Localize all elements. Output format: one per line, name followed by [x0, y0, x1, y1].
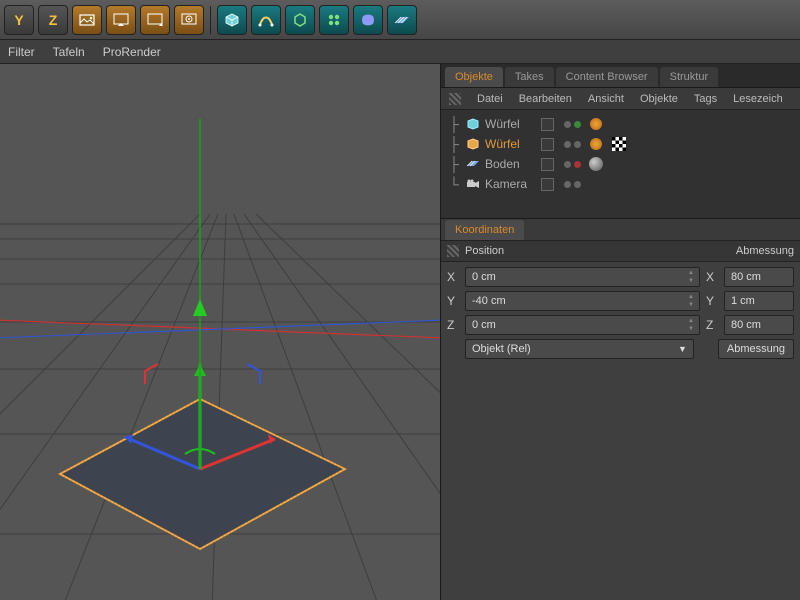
add-spline-button[interactable]: [251, 5, 281, 35]
om-menu-ansicht[interactable]: Ansicht: [588, 93, 624, 105]
camera-icon: [465, 176, 481, 192]
tree-branch-icon: ├: [447, 136, 461, 152]
axis-y-label: Y: [447, 294, 459, 308]
visibility-dots[interactable]: [564, 141, 581, 148]
object-tree: ├ Würfel ├ Würfel ├ Boden: [441, 110, 800, 198]
abmessung-button[interactable]: Abmessung: [718, 339, 794, 359]
tab-koordinaten[interactable]: Koordinaten: [445, 220, 524, 240]
stepper-up-icon[interactable]: ▲: [685, 269, 697, 277]
right-panel: Objekte Takes Content Browser Struktur D…: [440, 64, 800, 600]
dim-z-label: Z: [706, 318, 718, 332]
floor-icon: [465, 156, 481, 172]
visibility-dots[interactable]: [564, 121, 581, 128]
menu-tafeln[interactable]: Tafeln: [53, 45, 85, 59]
stepper-down-icon[interactable]: ▼: [685, 277, 697, 285]
tree-branch-icon: ├: [447, 156, 461, 172]
layer-checkbox[interactable]: [541, 178, 554, 191]
tree-item-label: Würfel: [485, 137, 535, 151]
om-menu-tags[interactable]: Tags: [694, 93, 717, 105]
tree-item-label: Kamera: [485, 177, 535, 191]
render-view-button[interactable]: [140, 5, 170, 35]
col-position-label: Position: [465, 245, 504, 257]
menu-filter[interactable]: Filter: [8, 45, 35, 59]
col-abmessung-label: Abmessung: [736, 245, 794, 257]
coordinates-columns: Position Abmessung: [441, 240, 800, 262]
tab-struktur[interactable]: Struktur: [660, 67, 719, 87]
stepper-up-icon[interactable]: ▲: [685, 293, 697, 301]
tab-content-browser[interactable]: Content Browser: [556, 67, 658, 87]
axis-z-button[interactable]: Z: [38, 5, 68, 35]
tree-item-boden[interactable]: ├ Boden: [447, 154, 794, 174]
coordinates-tabs: Koordinaten: [441, 218, 800, 240]
object-manager-menu: Datei Bearbeiten Ansicht Objekte Tags Le…: [441, 88, 800, 110]
position-z-field[interactable]: 0 cm▲▼: [465, 315, 700, 335]
dimension-y-field[interactable]: 1 cm: [724, 291, 794, 311]
tree-branch-icon: ├: [447, 116, 461, 132]
layer-checkbox[interactable]: [541, 158, 554, 171]
visibility-dots[interactable]: [564, 181, 581, 188]
3d-viewport[interactable]: [0, 64, 440, 600]
axis-y-button[interactable]: Y: [4, 5, 34, 35]
stepper-down-icon[interactable]: ▼: [685, 325, 697, 333]
dimension-x-field[interactable]: 80 cm: [724, 267, 794, 287]
add-deformer-button[interactable]: [353, 5, 383, 35]
cube-selected-icon: [465, 136, 481, 152]
om-menu-datei[interactable]: Datei: [477, 93, 503, 105]
add-cube-button[interactable]: [217, 5, 247, 35]
add-generator-button[interactable]: [285, 5, 315, 35]
panel-drag-handle-icon[interactable]: [447, 245, 459, 257]
om-menu-bearbeiten[interactable]: Bearbeiten: [519, 93, 572, 105]
texture-tag-icon[interactable]: [611, 136, 627, 152]
visibility-dots[interactable]: [564, 161, 581, 168]
dim-y-label: Y: [706, 294, 718, 308]
position-y-field[interactable]: -40 cm▲▼: [465, 291, 700, 311]
tree-item-kamera[interactable]: └ Kamera: [447, 174, 794, 194]
coord-mode-select[interactable]: Objekt (Rel)▼: [465, 339, 694, 359]
layer-checkbox[interactable]: [541, 138, 554, 151]
phong-tag-icon[interactable]: [588, 136, 604, 152]
panel-drag-handle-icon[interactable]: [449, 93, 461, 105]
stepper-up-icon[interactable]: ▲: [685, 317, 697, 325]
add-array-button[interactable]: [319, 5, 349, 35]
cube-icon: [465, 116, 481, 132]
main-toolbar: Y Z: [0, 0, 800, 40]
menu-prorender[interactable]: ProRender: [103, 45, 161, 59]
object-manager-tabs: Objekte Takes Content Browser Struktur: [441, 64, 800, 88]
viewport-menubar: Filter Tafeln ProRender: [0, 40, 800, 64]
coord-row-y: Y -40 cm▲▼ Y 1 cm: [447, 290, 794, 312]
dimension-z-field[interactable]: 80 cm: [724, 315, 794, 335]
position-x-field[interactable]: 0 cm▲▼: [465, 267, 700, 287]
stepper-down-icon[interactable]: ▼: [685, 301, 697, 309]
coordinates-body: X 0 cm▲▼ X 80 cm Y -40 cm▲▼ Y 1 cm Z 0 c…: [441, 262, 800, 600]
render-region-button[interactable]: [106, 5, 136, 35]
om-menu-objekte[interactable]: Objekte: [640, 93, 678, 105]
tree-branch-icon: └: [447, 176, 461, 192]
material-tag-icon[interactable]: [588, 156, 604, 172]
chevron-down-icon: ▼: [678, 344, 687, 354]
coord-row-mode: Objekt (Rel)▼ Abmessung: [447, 338, 794, 360]
add-floor-button[interactable]: [387, 5, 417, 35]
tab-objekte[interactable]: Objekte: [445, 67, 503, 87]
tree-item-label: Boden: [485, 157, 535, 171]
tree-item-label: Würfel: [485, 117, 535, 131]
phong-tag-icon[interactable]: [588, 116, 604, 132]
om-menu-lesezeichen[interactable]: Lesezeich: [733, 93, 783, 105]
dim-x-label: X: [706, 270, 718, 284]
tab-takes[interactable]: Takes: [505, 67, 554, 87]
tree-item-wuerfel-2[interactable]: ├ Würfel: [447, 134, 794, 154]
coord-row-z: Z 0 cm▲▼ Z 80 cm: [447, 314, 794, 336]
axis-z-label: Z: [447, 318, 459, 332]
axis-x-label: X: [447, 270, 459, 284]
coord-row-x: X 0 cm▲▼ X 80 cm: [447, 266, 794, 288]
layer-checkbox[interactable]: [541, 118, 554, 131]
render-settings-button[interactable]: [174, 5, 204, 35]
render-image-button[interactable]: [72, 5, 102, 35]
tree-item-wuerfel-1[interactable]: ├ Würfel: [447, 114, 794, 134]
